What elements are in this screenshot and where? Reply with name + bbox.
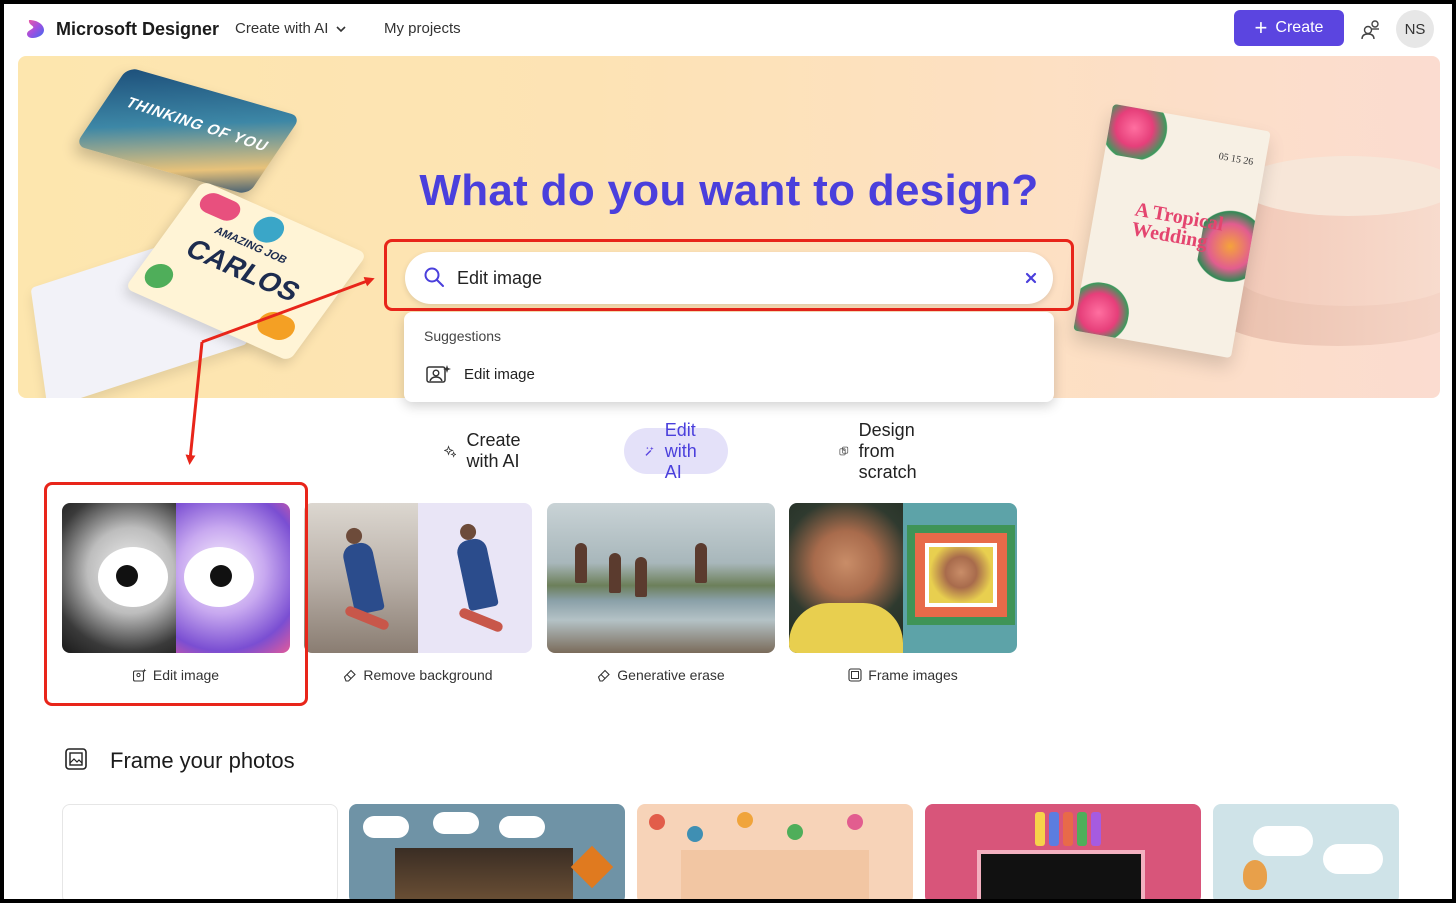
frame-template-thumbnail[interactable] xyxy=(62,804,338,899)
annotation-box-edit-image xyxy=(44,482,308,706)
remove-background-thumbnail[interactable] xyxy=(304,503,532,653)
thinking-card-text: THINKING OF YOU xyxy=(122,94,273,155)
frame-images-thumbnail[interactable] xyxy=(789,503,1017,653)
top-bar: Microsoft Designer Create with AI My pro… xyxy=(4,4,1452,56)
suggestions-heading: Suggestions xyxy=(424,328,502,344)
sparkle-icon xyxy=(444,445,457,458)
brand-name[interactable]: Microsoft Designer xyxy=(56,19,219,40)
nav-my-projects[interactable]: My projects xyxy=(384,20,461,37)
tab-design-from-scratch[interactable]: Design from scratch xyxy=(819,420,949,482)
create-button[interactable]: + Create xyxy=(1234,10,1344,46)
eraser-icon xyxy=(598,669,611,682)
tool-card-remove-background[interactable]: Remove background xyxy=(304,503,532,683)
nav-create-label: Create with AI xyxy=(235,20,329,37)
nav-create-with-ai[interactable]: Create with AI xyxy=(235,20,348,37)
tab-scratch-label: Design from scratch xyxy=(858,419,917,482)
chevron-down-icon xyxy=(336,25,346,32)
section-title: Frame your photos xyxy=(110,748,295,773)
eraser-icon xyxy=(344,669,357,682)
share-people-icon[interactable] xyxy=(1360,18,1382,40)
plus-icon: + xyxy=(1254,15,1268,40)
tab-create-label: Create with AI xyxy=(466,430,521,471)
tool-label: Generative erase xyxy=(617,667,725,683)
suggestion-item[interactable]: Edit image xyxy=(420,358,1038,390)
suggestions-dropdown: Suggestions Edit image xyxy=(404,312,1054,402)
magic-wand-icon xyxy=(645,446,654,456)
frame-template-thumbnail[interactable] xyxy=(349,804,625,899)
create-button-label: Create xyxy=(1275,19,1324,36)
hero-title: What do you want to design? xyxy=(419,166,1039,215)
tool-label: Remove background xyxy=(363,667,493,683)
app-window: Microsoft Designer Create with AI My pro… xyxy=(4,4,1452,899)
tool-card-frame-images[interactable]: Frame images xyxy=(789,503,1017,683)
suggestion-label: Edit image xyxy=(464,365,535,383)
tab-create-with-ai[interactable]: Create with AI xyxy=(424,428,550,474)
tab-edit-with-ai[interactable]: Edit with AI xyxy=(624,420,728,482)
avatar[interactable]: NS xyxy=(1396,10,1434,48)
frame-icon xyxy=(848,668,862,682)
tab-edit-label: Edit with AI xyxy=(664,419,697,482)
annotation-box-search xyxy=(384,239,1074,311)
frame-template-thumbnail[interactable] xyxy=(1213,804,1399,899)
edit-image-icon xyxy=(426,365,451,383)
tool-card-generative-erase[interactable]: Generative erase xyxy=(547,503,775,683)
frame-template-thumbnail[interactable] xyxy=(637,804,913,899)
designer-logo-icon[interactable] xyxy=(24,17,48,41)
design-scratch-icon xyxy=(839,446,849,456)
tool-label: Frame images xyxy=(868,667,958,683)
frame-icon xyxy=(65,748,87,770)
generative-erase-thumbnail[interactable] xyxy=(547,503,775,653)
frame-template-thumbnail[interactable] xyxy=(925,804,1201,899)
